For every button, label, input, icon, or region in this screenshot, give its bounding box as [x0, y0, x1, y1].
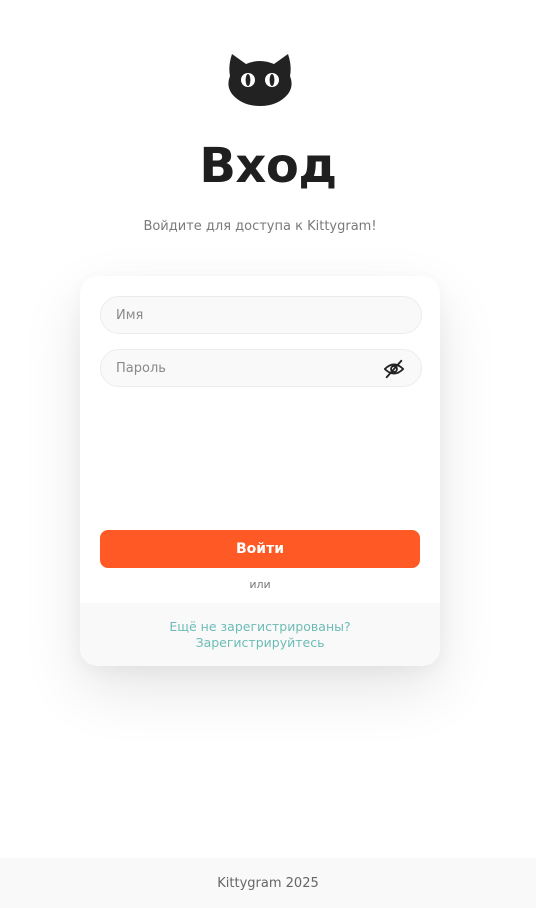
password-input[interactable] [101, 350, 421, 386]
eye-slash-icon[interactable] [383, 358, 405, 380]
login-page: Вход Войдите для доступа к Kittygram! Во… [0, 0, 536, 908]
page-footer: Kittygram 2025 [0, 858, 536, 908]
page-subtitle: Войдите для доступа к Kittygram! [143, 219, 377, 234]
password-field [100, 349, 422, 387]
login-card: Войти или Ещё не зарегистрированы? Зарег… [80, 276, 440, 666]
name-input[interactable] [101, 297, 421, 333]
register-link-line2: Зарегистрируйтесь [195, 635, 325, 650]
login-button[interactable]: Войти [100, 530, 420, 568]
register-link[interactable]: Ещё не зарегистрированы? Зарегистрируйте… [80, 619, 440, 651]
page-title: Вход [199, 138, 337, 194]
cat-head-icon [228, 54, 292, 106]
or-separator: или [249, 578, 271, 591]
name-field [100, 296, 422, 334]
register-link-line1: Ещё не зарегистрированы? [169, 619, 351, 634]
register-section: Ещё не зарегистрированы? Зарегистрируйте… [80, 603, 440, 666]
